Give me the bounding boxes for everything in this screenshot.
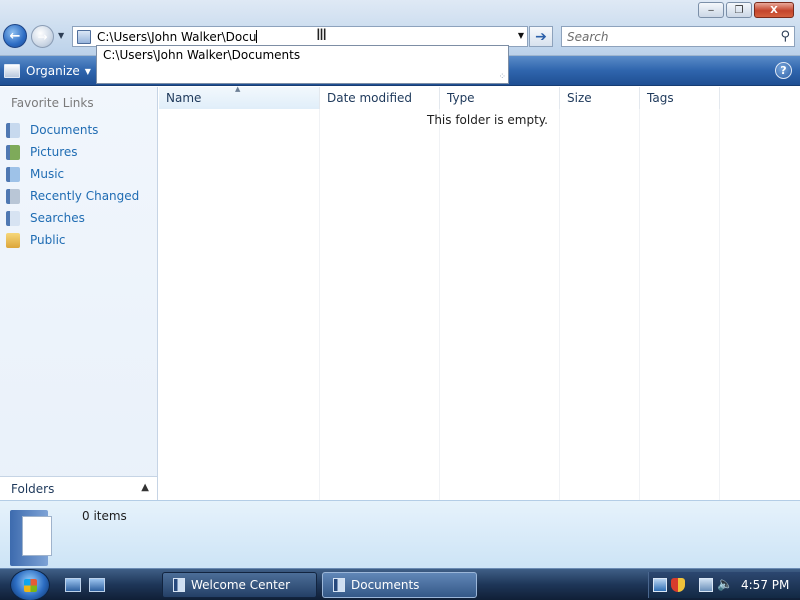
chevron-down-icon: ▼ <box>84 66 91 76</box>
switch-windows-icon[interactable] <box>89 578 105 592</box>
empty-folder-message: This folder is empty. <box>427 113 548 127</box>
welcome-center-icon <box>173 578 185 592</box>
details-pane: 0 items <box>0 500 800 568</box>
column-divider <box>559 109 560 500</box>
go-button[interactable]: ➔ <box>529 26 553 47</box>
favorite-link-public[interactable]: Public <box>6 229 139 251</box>
favorite-link-music[interactable]: Music <box>6 163 139 185</box>
network-disconnected-icon[interactable] <box>699 578 713 592</box>
searches-icon <box>6 210 20 226</box>
documents-window-icon <box>333 578 345 592</box>
minimize-button[interactable]: ‒ <box>698 2 724 18</box>
column-header-type[interactable]: Type <box>440 87 560 109</box>
resize-grip-icon[interactable]: ⁘ <box>498 72 506 82</box>
music-icon <box>6 166 20 182</box>
folders-toggle[interactable]: Folders ▲ <box>0 476 158 500</box>
recent-pages-dropdown[interactable]: ▼ <box>58 31 64 40</box>
text-caret <box>256 29 258 43</box>
arrow-left-icon: ← <box>9 28 21 44</box>
organize-icon <box>4 64 20 78</box>
window-controls: ‒ ❐ X <box>698 2 794 18</box>
organize-label: Organize <box>26 64 80 78</box>
navigation-pane: Favorite Links Documents Pictures Music … <box>0 87 158 500</box>
file-list[interactable]: ▲ Name Date modified Type Size Tags This… <box>159 85 800 500</box>
address-bar[interactable]: C:\Users\John Walker\Docu ▼ <box>72 26 528 47</box>
windows-logo-icon <box>24 579 37 592</box>
column-header-date-modified[interactable]: Date modified <box>320 87 440 109</box>
network-icon[interactable] <box>653 578 667 592</box>
documents-icon <box>6 122 20 138</box>
folder-icon <box>77 29 91 44</box>
notification-area: 🔈 4:57 PM <box>648 572 800 598</box>
folders-label: Folders <box>11 481 55 496</box>
column-divider <box>439 109 440 500</box>
taskbar-button-label: Welcome Center <box>191 578 291 592</box>
column-divider <box>719 109 720 500</box>
arrow-right-icon: → <box>37 29 48 44</box>
taskbar-button-documents[interactable]: Documents <box>322 572 477 598</box>
column-header-size[interactable]: Size <box>560 87 640 109</box>
back-button[interactable]: ← <box>3 24 27 48</box>
maximize-button[interactable]: ❐ <box>726 2 752 18</box>
column-divider <box>639 109 640 500</box>
arrow-right-icon: ➔ <box>535 28 547 45</box>
column-header-label: Type <box>447 91 475 105</box>
favorite-link-label: Searches <box>30 211 85 225</box>
address-autocomplete-dropdown: C:\Users\John Walker\Documents ⁘ <box>96 45 509 84</box>
favorite-link-documents[interactable]: Documents <box>6 119 139 141</box>
organize-button[interactable]: Organize ▼ <box>4 61 91 81</box>
chevron-up-icon: ▲ <box>141 482 149 493</box>
favorite-links-list: Documents Pictures Music Recently Change… <box>6 119 139 251</box>
favorite-link-searches[interactable]: Searches <box>6 207 139 229</box>
start-button[interactable] <box>10 569 50 600</box>
address-history-dropdown-icon[interactable]: ▼ <box>518 31 524 40</box>
column-header-label: Tags <box>647 91 674 105</box>
column-header-label: Date modified <box>327 91 413 105</box>
help-icon[interactable]: ? <box>775 62 792 79</box>
search-icon[interactable]: ⚲ <box>780 29 790 44</box>
close-button[interactable]: X <box>754 2 794 18</box>
favorite-links-heading: Favorite Links <box>11 96 94 110</box>
public-folder-icon <box>6 232 20 248</box>
clock[interactable]: 4:57 PM <box>741 578 789 592</box>
recently-changed-icon <box>6 188 20 204</box>
address-input[interactable]: C:\Users\John Walker\Docu <box>97 29 258 44</box>
favorite-link-recently-changed[interactable]: Recently Changed <box>6 185 139 207</box>
address-typed-text: C:\Users\John Walker\Docu <box>97 29 257 44</box>
text-cursor-icon: Ⅲ <box>316 25 328 44</box>
sort-ascending-icon: ▲ <box>235 85 241 93</box>
autocomplete-suggestion[interactable]: C:\Users\John Walker\Documents <box>103 48 300 62</box>
favorite-link-label: Pictures <box>30 145 78 159</box>
taskbar: Welcome Center Documents 🔈 4:57 PM <box>0 568 800 600</box>
folder-page-shape <box>22 516 52 556</box>
item-count: 0 items <box>82 509 127 523</box>
column-header-name[interactable]: ▲ Name <box>159 85 320 109</box>
forward-button[interactable]: → <box>31 25 54 48</box>
column-header-tags[interactable]: Tags <box>640 87 720 109</box>
column-header-label: Name <box>166 91 202 105</box>
column-header-label: Size <box>567 91 592 105</box>
security-shield-icon[interactable] <box>671 578 685 592</box>
taskbar-button-label: Documents <box>351 578 420 592</box>
favorite-link-label: Music <box>30 167 65 181</box>
favorite-link-label: Recently Changed <box>30 189 140 203</box>
taskbar-button-welcome-center[interactable]: Welcome Center <box>162 572 317 598</box>
search-box[interactable]: ⚲ <box>561 26 795 47</box>
favorite-link-pictures[interactable]: Pictures <box>6 141 139 163</box>
show-desktop-icon[interactable] <box>65 578 81 592</box>
search-input[interactable] <box>567 29 767 44</box>
favorite-link-label: Public <box>30 233 66 247</box>
column-divider <box>319 109 320 500</box>
favorite-link-label: Documents <box>30 123 99 137</box>
volume-icon[interactable]: 🔈 <box>717 578 733 592</box>
documents-folder-icon <box>10 506 54 566</box>
pictures-icon <box>6 144 20 160</box>
